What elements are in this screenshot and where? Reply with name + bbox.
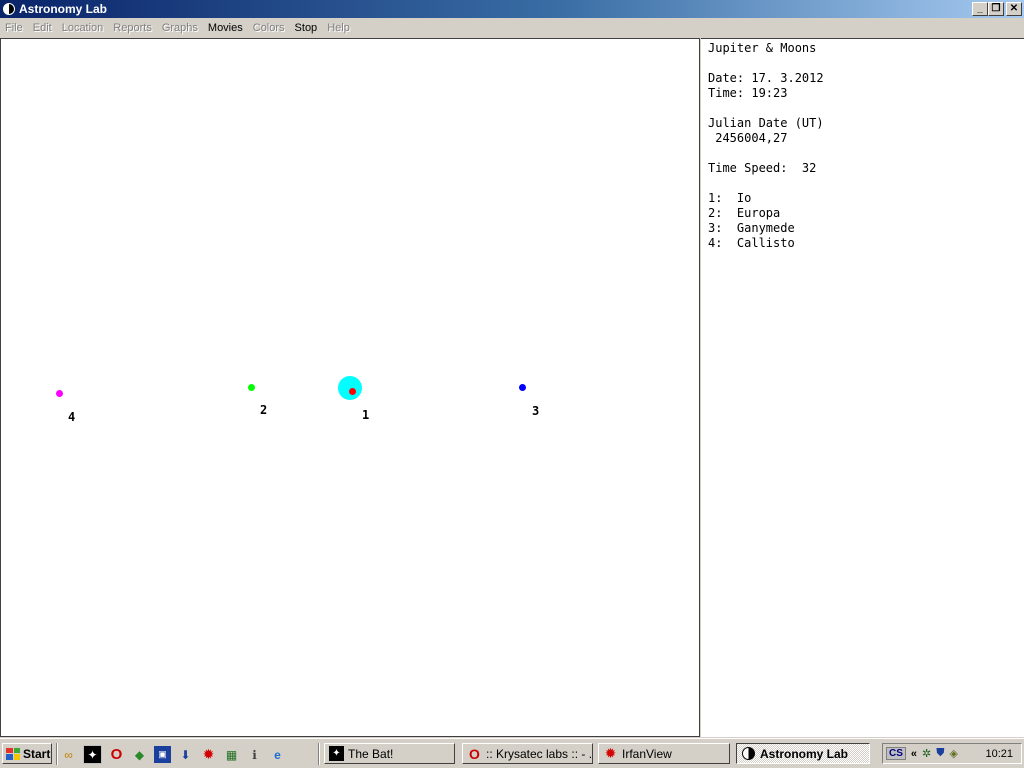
julian-date-value: 2456004,27 [708,131,788,145]
irfanview-icon[interactable]: ✹ [200,746,217,763]
moon-legend-europa: 2: Europa [708,206,781,220]
moon-plot-canvas[interactable]: 1 2 3 4 [0,38,700,737]
task-astronomy-lab[interactable]: Astronomy Lab [736,743,870,764]
task-label: Astronomy Lab [760,746,849,761]
glasses-icon[interactable]: ∞ [60,746,77,763]
close-button[interactable]: ✕ [1006,2,1022,16]
quick-launch: ∞ ✦ O ◆ ▣ ⬇ ✹ ▦ ℹ e [60,745,286,764]
calendar-icon[interactable]: ▦ [223,746,240,763]
windows-logo-icon [6,747,20,760]
moon-legend-io: 1: Io [708,191,752,205]
europa-label: 2 [260,403,268,417]
callisto-label: 4 [68,410,76,424]
bat-icon: ✦ [329,746,344,761]
irfanview-icon: ✹ [604,745,617,761]
network-icon[interactable]: ◈ [950,747,958,760]
ganymede-label: 3 [532,404,540,418]
astronomy-lab-icon [741,746,756,761]
task-the-bat[interactable]: ✦ The Bat! [324,743,455,764]
callisto-marker [56,390,63,397]
menu-stop[interactable]: Stop [290,22,323,34]
menu-bar: File Edit Location Reports Graphs Movies… [0,18,1024,38]
io-marker [349,388,356,395]
opera-icon: O [469,745,480,762]
menu-location[interactable]: Location [57,22,109,34]
start-button[interactable]: Start [2,743,52,764]
menu-file[interactable]: File [0,22,28,34]
bat-icon[interactable]: ✦ [83,745,102,764]
chevron-left-icon[interactable]: « [911,748,917,760]
frog-icon[interactable]: ◆ [131,746,148,763]
window-title: Astronomy Lab [19,2,108,16]
menu-colors[interactable]: Colors [248,22,290,34]
moon-legend-ganymede: 3: Ganymede [708,221,795,235]
taskbar: Start ∞ ✦ O ◆ ▣ ⬇ ✹ ▦ ℹ e ✦ The Bat! O :… [0,738,1024,768]
info-icon[interactable]: ℹ [246,746,263,763]
astronomy-lab-icon[interactable] [3,3,15,15]
menu-reports[interactable]: Reports [108,22,157,34]
floppy-disk-icon[interactable]: ▣ [154,746,171,763]
io-label: 1 [362,408,370,422]
julian-date-label: Julian Date (UT) [708,116,824,130]
panel-heading: Jupiter & Moons [708,41,817,55]
restore-button[interactable]: ❐ [988,2,1004,16]
task-label: The Bat! [348,746,394,761]
time-text: Time: 19:23 [708,86,788,100]
menu-graphs[interactable]: Graphs [157,22,203,34]
time-speed-text: Time Speed: 32 [708,161,817,175]
menu-movies[interactable]: Movies [203,22,248,34]
ganymede-marker [519,384,526,391]
minimize-button[interactable]: _ [972,2,988,16]
europa-marker [248,384,255,391]
start-label: Start [23,746,51,761]
task-irfanview[interactable]: ✹ IrfanView [598,743,730,764]
opera-icon[interactable]: O [108,746,125,763]
shield-icon[interactable]: ⛊ [936,747,944,760]
date-text: Date: 17. 3.2012 [708,71,824,85]
internet-explorer-icon[interactable]: e [269,746,286,763]
download-icon[interactable]: ⬇ [177,746,194,763]
clock: 10:21 [985,747,1013,760]
info-panel: Jupiter & Moons Date: 17. 3.2012 Time: 1… [701,38,1024,737]
menu-help[interactable]: Help [322,22,355,34]
gear-icon[interactable]: ✲ [922,747,931,760]
title-bar: Astronomy Lab _ ❐ ✕ [0,0,1024,18]
menu-edit[interactable]: Edit [28,22,57,34]
system-tray: CS « ✲ ⛊ ◈ 10:21 [882,743,1022,764]
task-opera[interactable]: O :: Krysatec labs :: - ... [462,743,593,764]
moon-legend-callisto: 4: Callisto [708,236,795,250]
language-indicator[interactable]: CS [886,747,906,760]
task-label: :: Krysatec labs :: - ... [486,746,593,761]
task-label: IrfanView [622,746,672,761]
